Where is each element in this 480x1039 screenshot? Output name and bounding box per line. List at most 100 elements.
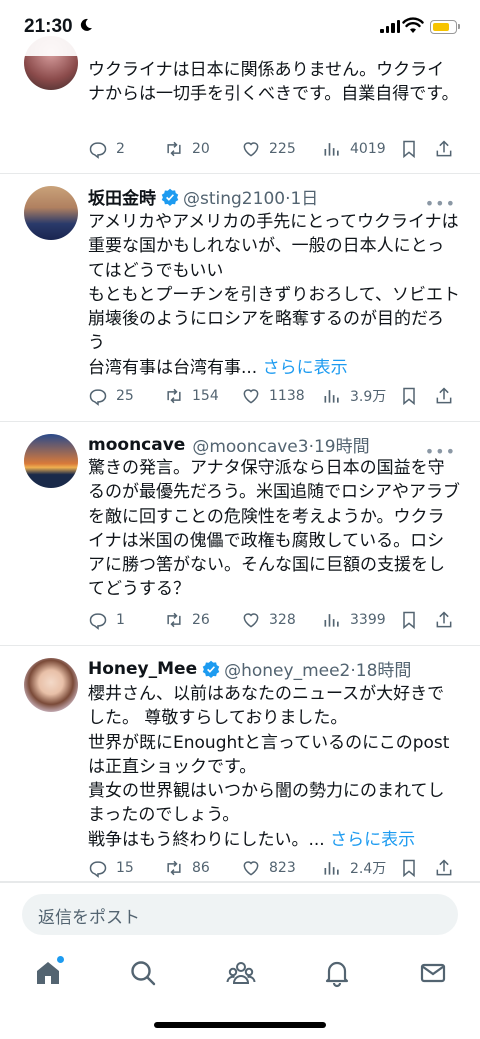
reply-input[interactable]: 返信をポスト: [22, 894, 458, 935]
share-icon: [436, 387, 452, 404]
repost-count: 20: [192, 141, 210, 157]
bookmark-icon: [403, 140, 415, 159]
repost-count: 154: [192, 388, 219, 404]
notification-dot: [57, 956, 64, 963]
tweet[interactable]: mooncave @mooncave3·19時間 ••• 驚きの発言。アナタ保守…: [0, 422, 480, 646]
tab-messages[interactable]: [418, 958, 448, 988]
tweet[interactable]: 坂田金時 @sting2100·1日 ••• アメリカやアメリカの手先にとってウ…: [0, 174, 480, 422]
like-button[interactable]: 225: [241, 139, 296, 159]
tweet-actions: 25 154 1138 3.9万: [88, 384, 458, 408]
views-icon: [324, 614, 339, 627]
show-more-link[interactable]: さらに表示: [263, 358, 348, 378]
tweet[interactable]: Honey_Mee @honey_mee2·18時間 櫻井さん、以前はあなたのニ…: [0, 646, 480, 882]
tweet-actions: 1 26 328 3399: [88, 608, 458, 632]
tweet-header: 坂田金時 @sting2100·1日: [88, 184, 318, 209]
views-button[interactable]: 3.9万: [322, 386, 386, 406]
tweet-text: 櫻井さん、以前はあなたのニュースが大好きでした。 尊敬すらしておりました。 世界…: [88, 684, 450, 850]
reply-button[interactable]: 15: [88, 858, 134, 878]
reply-icon: [89, 613, 107, 630]
moon-icon: [80, 18, 92, 31]
repost-button[interactable]: 20: [164, 139, 210, 159]
handle-and-time: @sting2100·1日: [183, 189, 319, 209]
display-name[interactable]: Honey_Mee: [88, 659, 197, 679]
bookmark-icon: [403, 611, 415, 630]
replies-feed: ウクライナは日本に関係ありません。ウクライナからは一切手を引くべきです。自業自得…: [0, 0, 480, 882]
heart-icon: [243, 613, 259, 628]
display-name[interactable]: mooncave: [88, 435, 185, 455]
avatar[interactable]: [24, 658, 78, 712]
share-button[interactable]: [434, 858, 454, 878]
signal-icon: [380, 20, 400, 33]
share-button[interactable]: [434, 139, 454, 159]
view-count: 2.4万: [350, 861, 387, 877]
tweet-text: ウクライナは日本に関係ありません。ウクライナからは一切手を引くべきです。自業自得…: [88, 60, 459, 105]
views-button[interactable]: 2.4万: [322, 858, 386, 878]
like-button[interactable]: 1138: [241, 386, 305, 406]
tab-home[interactable]: [33, 956, 64, 988]
handle-and-time: @mooncave3·19時間: [192, 437, 370, 457]
tweet-actions: 15 86 823 2.4万: [88, 856, 458, 880]
messages-icon: [420, 963, 446, 983]
view-count: 4019: [350, 141, 386, 157]
bookmark-button[interactable]: [399, 139, 419, 159]
heart-icon: [243, 389, 259, 404]
display-name[interactable]: 坂田金時: [88, 184, 156, 209]
like-count: 225: [269, 141, 296, 157]
verified-badge-icon: [161, 188, 179, 206]
views-button[interactable]: 3399: [322, 610, 386, 630]
reply-count: 2: [116, 141, 125, 157]
home-indicator: [154, 1022, 326, 1028]
repost-icon: [167, 612, 181, 628]
views-icon: [324, 390, 339, 403]
views-button[interactable]: 4019: [322, 139, 386, 159]
wifi-icon: [402, 17, 424, 33]
tweet-text: アメリカやアメリカの手先にとってウクライナは重要な国かもしれないが、一般の日本人…: [88, 212, 460, 378]
reply-button[interactable]: 2: [88, 139, 125, 159]
avatar[interactable]: [24, 186, 78, 240]
like-count: 823: [269, 860, 296, 876]
bookmark-button[interactable]: [399, 610, 419, 630]
share-icon: [436, 859, 452, 876]
tab-communities[interactable]: [226, 958, 256, 988]
tweet-text: 驚きの発言。アナタ保守派なら日本の国益を守るのが最優先だろう。米国追随でロシアや…: [88, 458, 460, 600]
heart-icon: [243, 142, 259, 157]
like-count: 1138: [269, 388, 305, 404]
like-button[interactable]: 823: [241, 858, 296, 878]
repost-button[interactable]: 154: [164, 386, 219, 406]
view-count: 3399: [350, 612, 386, 628]
share-button[interactable]: [434, 386, 454, 406]
reply-button[interactable]: 1: [88, 610, 125, 630]
view-count: 3.9万: [350, 389, 387, 405]
tweet-actions: 2 20 225 4019: [88, 137, 458, 161]
share-icon: [436, 611, 452, 628]
status-bar: ポスト 21:30: [0, 0, 480, 56]
reply-icon: [89, 861, 107, 878]
repost-icon: [167, 860, 181, 876]
tab-search[interactable]: [128, 958, 158, 988]
share-button[interactable]: [434, 610, 454, 630]
bookmark-button[interactable]: [399, 386, 419, 406]
avatar[interactable]: [24, 434, 78, 488]
tweet-header: Honey_Mee @honey_mee2·18時間: [88, 656, 411, 682]
like-button[interactable]: 328: [241, 610, 296, 630]
repost-icon: [167, 141, 181, 157]
like-count: 328: [269, 612, 296, 628]
reply-bar: 返信をポスト: [0, 882, 480, 942]
reply-button[interactable]: 25: [88, 386, 134, 406]
views-icon: [324, 862, 339, 875]
tweet-header: mooncave @mooncave3·19時間: [88, 432, 370, 458]
communities-icon: [226, 962, 256, 984]
repost-button[interactable]: 86: [164, 858, 210, 878]
repost-icon: [167, 388, 181, 404]
reply-count: 15: [116, 860, 134, 876]
reply-count: 1: [116, 612, 125, 628]
verified-badge-icon: [202, 660, 220, 678]
show-more-link[interactable]: さらに表示: [330, 830, 415, 850]
repost-count: 26: [192, 612, 210, 628]
bookmark-icon: [403, 859, 415, 878]
views-icon: [324, 143, 339, 156]
tab-notifications[interactable]: [322, 958, 352, 988]
bookmark-button[interactable]: [399, 858, 419, 878]
repost-button[interactable]: 26: [164, 610, 210, 630]
heart-icon: [243, 861, 259, 876]
